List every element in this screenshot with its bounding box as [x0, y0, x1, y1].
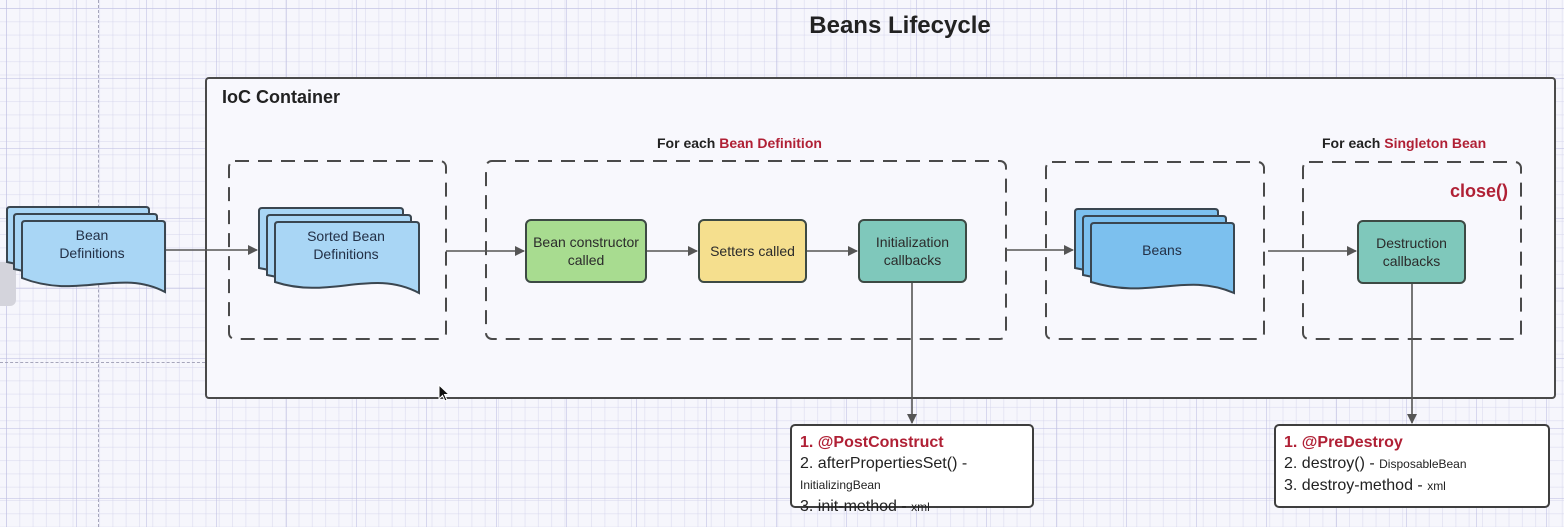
setters-node[interactable]: Setters called [698, 219, 807, 283]
init-callbacks-list[interactable]: 1. @PostConstruct 2. afterPropertiesSet(… [790, 424, 1034, 515]
bean-constructor-node[interactable]: Bean constructor called [525, 219, 647, 283]
destroy-callback-item: 2. destroy() - DisposableBean [1284, 455, 1467, 472]
destroy-callback-item: 3. destroy-method - xml [1284, 477, 1446, 494]
sorted-bean-definitions-label: Sorted Bean Definitions [307, 228, 385, 262]
init-callback-item: 2. afterPropertiesSet() - InitializingBe… [800, 455, 968, 492]
loop-prefix: For each [657, 135, 716, 151]
destroy-callbacks-list[interactable]: 1. @PreDestroy 2. destroy() - Disposable… [1274, 424, 1550, 508]
bean-definition-loop-label: For each Bean Definition [657, 135, 822, 151]
loop-accent: Singleton Bean [1384, 135, 1487, 151]
mouse-cursor-icon [438, 384, 451, 402]
destruction-callbacks-node[interactable]: Destruction callbacks [1357, 220, 1466, 284]
loop-accent: Bean Definition [719, 135, 822, 151]
close-method-label: close() [1450, 181, 1509, 201]
init-callback-item: 3. init-method - xml [800, 498, 930, 515]
singleton-loop-label: For each Singleton Bean [1322, 135, 1486, 151]
init-callback-item: 1. @PostConstruct [800, 434, 944, 451]
destroy-callback-item: 1. @PreDestroy [1284, 434, 1403, 451]
bean-definitions-label: Bean Definitions [59, 227, 125, 261]
beans-label: Beans [1142, 242, 1182, 258]
loop-prefix: For each [1322, 135, 1381, 151]
initialization-callbacks-node[interactable]: Initialization callbacks [858, 219, 967, 283]
